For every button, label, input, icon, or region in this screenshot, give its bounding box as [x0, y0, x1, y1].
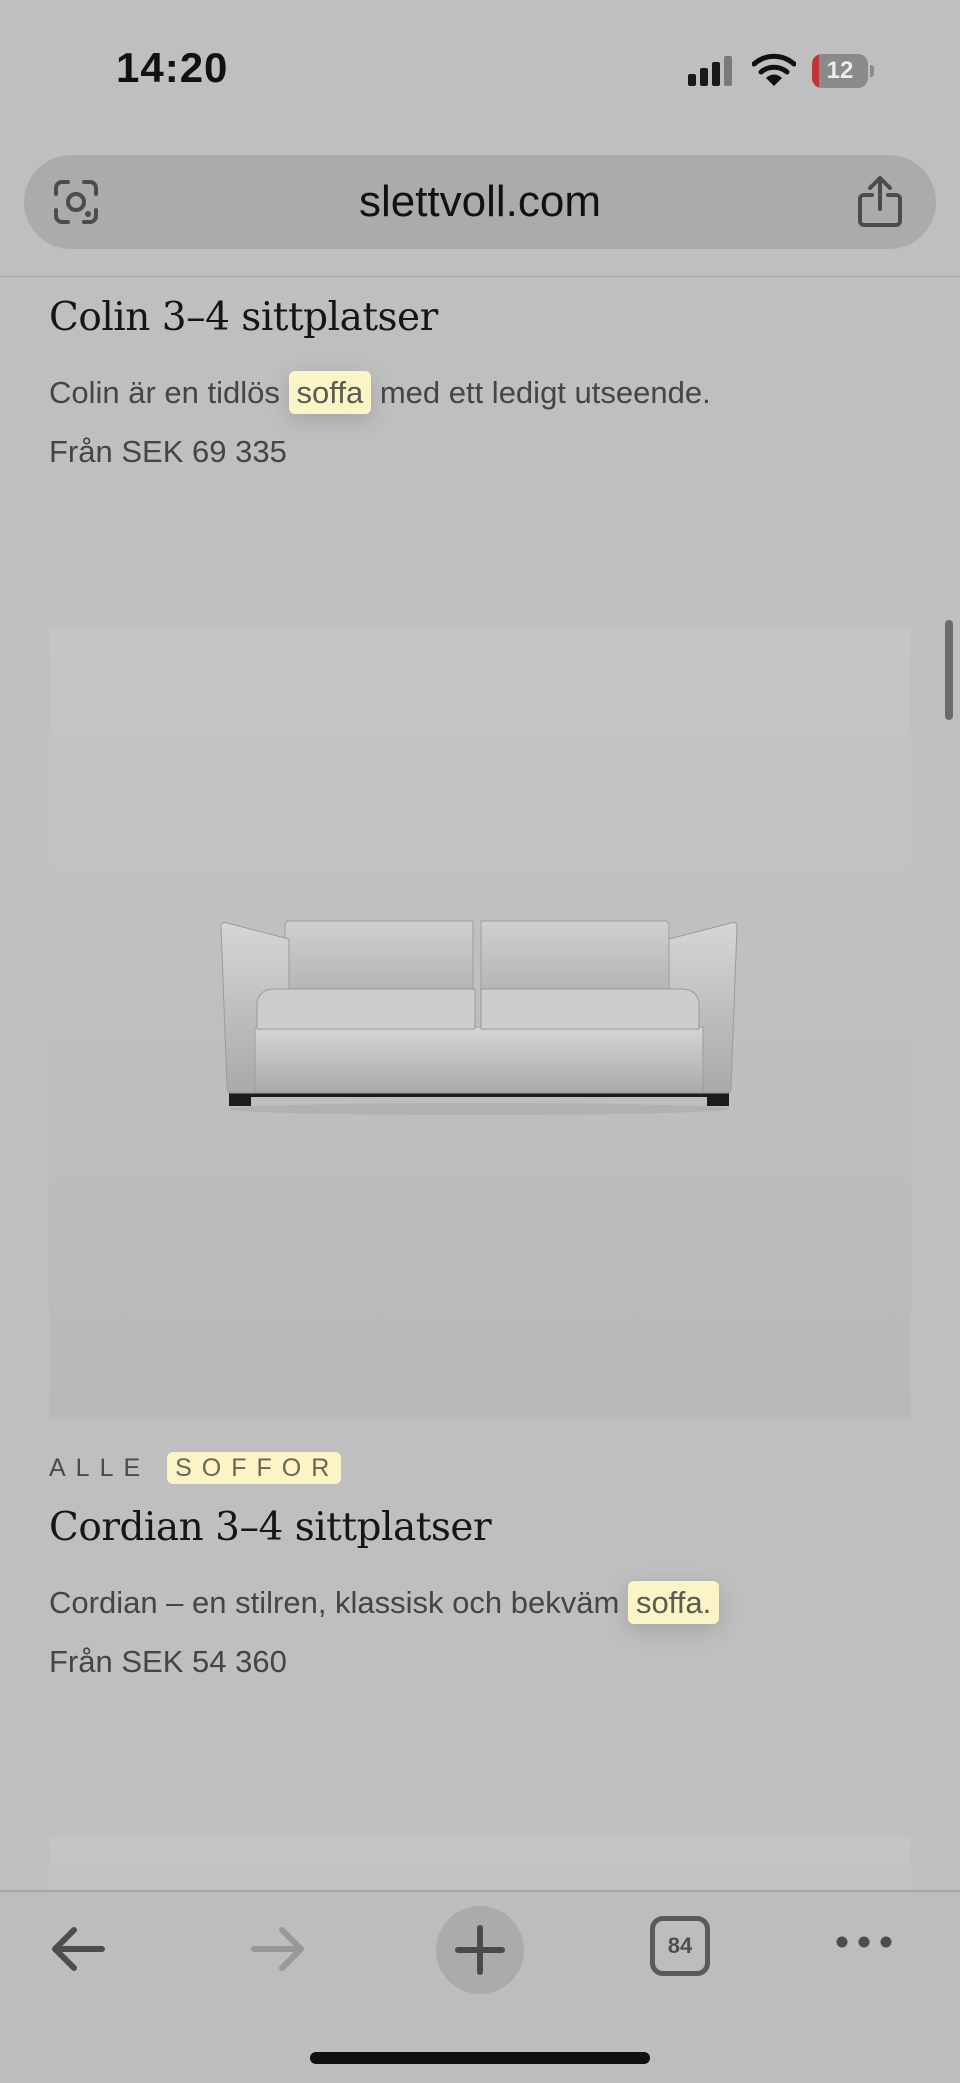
product-description: Cordian – en stilren, klassisk och bekvä… — [49, 1581, 720, 1624]
product-title[interactable]: Cordian 3–4 sittplatser — [49, 1505, 492, 1550]
home-indicator — [310, 2052, 650, 2064]
product-image[interactable] — [49, 627, 911, 1417]
share-icon[interactable] — [854, 175, 906, 229]
search-highlight: soffa. — [627, 1581, 720, 1624]
status-time: 14:20 — [116, 44, 229, 91]
product-price: Från SEK 54 360 — [49, 1644, 287, 1679]
cellular-signal-icon — [688, 56, 734, 86]
description-text: med ett ledigt utseende. — [379, 375, 711, 410]
back-arrow-icon[interactable] — [48, 1924, 108, 1974]
description-text: Cordian – en stilren, klassisk och bekvä… — [49, 1585, 620, 1620]
category-text: ALLE — [49, 1454, 151, 1482]
sofa-image — [220, 920, 738, 1115]
product-description: Colin är en tidlös soffa med ett ledigt … — [49, 371, 711, 414]
tab-count-button[interactable]: 84 — [650, 1916, 710, 1976]
search-highlight: SOFFOR — [167, 1452, 342, 1484]
visual-search-icon[interactable] — [52, 178, 100, 226]
product-category[interactable]: ALLE SOFFOR — [49, 1452, 342, 1484]
product-title[interactable]: Colin 3–4 sittplatser — [49, 295, 438, 340]
wifi-icon — [752, 53, 796, 86]
address-bar[interactable]: slettvoll.com — [24, 155, 936, 249]
battery-icon: 12 — [812, 54, 874, 88]
product-price: Från SEK 69 335 — [49, 434, 287, 469]
url-text[interactable]: slettvoll.com — [24, 155, 936, 249]
description-text: Colin är en tidlös — [49, 375, 280, 410]
plus-icon — [455, 1925, 505, 1975]
status-bar: 14:20 12 — [0, 0, 960, 140]
more-dots-icon[interactable] — [834, 1932, 894, 1952]
page-content: Colin 3–4 sittplatser Colin är en tidlös… — [0, 277, 960, 1890]
battery-level: 12 — [826, 57, 854, 84]
scrollbar[interactable] — [945, 620, 953, 720]
search-highlight: soffa — [288, 371, 372, 414]
bottom-toolbar: 84 — [0, 1890, 960, 2083]
product-image[interactable] — [49, 1837, 911, 1890]
new-tab-button[interactable] — [436, 1906, 524, 1994]
forward-arrow-icon[interactable] — [248, 1924, 308, 1974]
